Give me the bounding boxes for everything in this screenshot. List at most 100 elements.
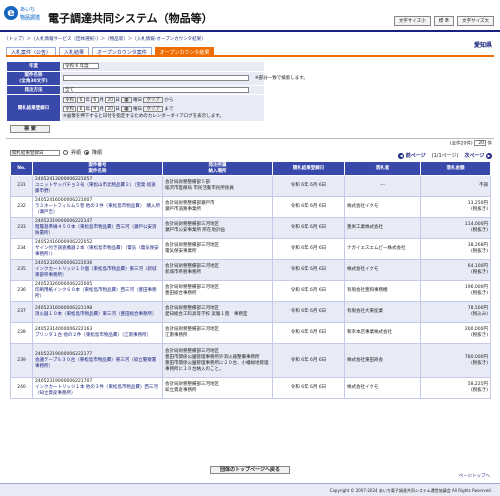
to-month-unit: 月	[99, 107, 104, 112]
case-name-link[interactable]: プリンタ１台 他の２件〈東松島市物品費〉（江南事務所）	[35, 333, 160, 339]
font-normal-button[interactable]: 標 準	[433, 16, 455, 26]
prev-page-link[interactable]: 前ページ	[406, 153, 426, 159]
from-year-unit: 年	[85, 98, 90, 103]
date-to-row: 令和 6年 9月 20 日 ▦ 曜日 クリア まで	[63, 105, 262, 114]
winner-cell: 有限会社大東産業	[344, 301, 421, 323]
from-day-input[interactable]: 20	[105, 96, 116, 103]
table-row: 235 24052326000006222036 インクカートリッジ１０個〈東松島市…	[10, 259, 491, 281]
date-cell: 令和 6年 6月 6日	[272, 259, 345, 281]
row-no: 238	[10, 322, 33, 344]
dept-cell: 会計局財務整備部瀬戸市 瀬戸市道路事業所	[162, 196, 273, 218]
next-page-link[interactable]: 次ページ	[465, 153, 485, 159]
to-era-select[interactable]: 令和	[63, 105, 76, 112]
winner-cell: 有限会社豊和事務機	[344, 280, 421, 302]
date-cell: 令和 6年 6月 6日	[272, 238, 345, 260]
winner-cell: 和幸本店事業株式会社	[344, 322, 421, 344]
to-year-unit: 年	[85, 107, 90, 112]
dept-cell: 会計局財務整備部三河地区 豊田総合事務所	[162, 280, 273, 302]
font-large-button[interactable]: 文字サイズ大	[457, 16, 494, 26]
logo-top-text: あいち	[20, 7, 36, 13]
case-name-link[interactable]: ラミネートフィルム５巻 他の３件〈東松島市物品費〉 購入所（瀬戸吉）	[35, 204, 160, 216]
from-clear-button[interactable]: クリア	[143, 96, 163, 103]
amount-cell: 不調	[420, 175, 491, 197]
procurement-method-label: 発注方法	[6, 84, 61, 95]
sort-asc-label: 昇順	[71, 150, 82, 156]
winner-cell: ナガイエスエムピー株式会社	[344, 238, 421, 260]
case-name-link[interactable]: 階層基準線４５０本〈東松島市物品費〉西三河（瀬戸公安消防署所）	[35, 225, 160, 237]
to-label: まで	[164, 107, 174, 112]
table-row: 238 24052314000006222163 プリンタ１台 他の２件〈東松島市物…	[10, 322, 491, 344]
col-dept: 発注所属 納入場所	[162, 161, 273, 176]
dept-cell: 会計局財務整備部５部 稲沢市医療局 市民活動市民所係員	[162, 175, 273, 197]
divider	[6, 138, 494, 139]
case-name-link[interactable]: ユニットサッパチョ３号（東松山市北物品費２）（蛍発 岐遠藤市野）	[35, 183, 160, 195]
breadcrumb[interactable]: 〔トップ〕＞〔入札情報サービス（団体選択）〕＞〔物品等〕＞〔入札情報-オープンカ…	[4, 36, 206, 42]
col-date: 開札結果登録日	[272, 161, 345, 176]
case-cell: 24052416000006221007 ラミネートフィルム５巻 他の３件〈東松島…	[32, 196, 163, 218]
case-cell: 24052319000006221707 インクカートリッジ１本 他の３件〈東松島…	[32, 377, 163, 399]
row-no: 237	[10, 301, 33, 323]
next-arrow-icon[interactable]: ▶	[486, 152, 492, 159]
amount-cell: 200,000円 (税抜き)	[420, 322, 491, 344]
case-cell: 24052326000006222005 印刷用紙インク６０本〈東松島市物品費〉西…	[32, 280, 163, 302]
from-weekday-label: 曜日	[132, 98, 142, 103]
amount-cell: 38,268円 (税抜き)	[420, 238, 491, 260]
from-label: から	[164, 98, 174, 103]
row-no: 235	[10, 259, 33, 281]
per-page-unit: 件	[487, 141, 493, 147]
to-clear-button[interactable]: クリア	[143, 105, 163, 112]
to-calendar-icon[interactable]: ▦	[121, 105, 132, 112]
case-name-link[interactable]: 印刷用紙インク６０本〈東松島市物品費〉西三河（豊田事務所）	[35, 288, 160, 300]
prev-arrow-icon[interactable]: ◀	[398, 152, 405, 159]
winner-cell: 豊栄工業株式会社	[344, 217, 421, 239]
year-select[interactable]: 令和 6 年度	[63, 63, 99, 69]
from-era-select[interactable]: 令和	[63, 96, 76, 103]
calendar-note: ※画像を押下すると日付を指定するためのカレンダーダイアログを表示します。	[63, 114, 224, 119]
sort-asc-radio[interactable]	[63, 150, 68, 155]
back-to-top-button[interactable]: 団体のトップページへ戻る	[210, 466, 290, 474]
header: e あいち 物品調達 電子調達共同システム（物品等） 文字サイズ小 標 準 文字…	[0, 0, 500, 32]
amount-cell: 780,000円 (税抜き)	[420, 343, 491, 378]
table-row: 236 24052326000006222005 印刷用紙インク６０本〈東松島市物品…	[10, 280, 491, 302]
winner-cell: 株式会社イクモ	[344, 377, 421, 399]
procurement-method-select[interactable]: 全て	[63, 86, 249, 93]
sort-key-select[interactable]: 開札結果登録日	[10, 149, 60, 156]
col-case: 案件番号 案件名称	[32, 161, 163, 176]
to-day-input[interactable]: 20	[105, 105, 116, 112]
row-no: 234	[10, 238, 33, 260]
table-row: 231 24052413000006221057 ユニットサッパチョ３号（東松山市北…	[10, 175, 491, 197]
font-small-button[interactable]: 文字サイズ小	[393, 16, 431, 26]
row-no: 240	[10, 377, 33, 399]
case-cell: 24052314000006222163 プリンタ１台 他の２件〈東松島市物品費〉…	[32, 322, 163, 344]
table-row: 240 24052319000006221707 インクカートリッジ１本 他の３件〈…	[10, 377, 491, 399]
sort-desc-radio[interactable]	[84, 150, 90, 155]
dept-cell: 会計局財務整備部三河地区 知立資産事務所	[162, 377, 273, 399]
to-day-unit: 日	[115, 107, 120, 112]
search-button[interactable]: 検 索	[10, 125, 50, 133]
case-name-link[interactable]: サイン付き調査機器２本〈東松島市物品費〉（電気（電気保安事務所））	[35, 246, 160, 258]
case-cell: 24052326000006222036 インクカートリッジ１０個〈東松島市物品費…	[32, 259, 163, 281]
result-date-label: 開札結果登録日	[6, 94, 61, 122]
from-calendar-icon[interactable]: ▦	[121, 96, 132, 103]
page-top-link[interactable]: ページトップへ	[459, 473, 490, 479]
site-logo[interactable]: e あいち 物品調達	[4, 6, 42, 23]
year-label: 年度	[6, 61, 61, 72]
amount-cell: 78,500円 (税込み)	[420, 301, 491, 323]
case-name-link[interactable]: 会議テーブル３０台〈東松島市物品費〉東三河（知立警察署事務所）	[35, 358, 160, 370]
case-name-link[interactable]: インクカートリッジ１０個〈東松島市物品費〉東三河（新城東部県事務所）	[35, 267, 160, 279]
system-title: 電子調達共同システム（物品等）	[48, 12, 213, 25]
date-cell: 令和 6年 6月 6日	[272, 280, 345, 302]
case-name-input[interactable]	[63, 74, 249, 81]
per-page-select[interactable]: 20	[474, 140, 487, 146]
col-no: No.	[10, 161, 33, 176]
case-name-link[interactable]: 消火器１０本〈東松島市物品費〉東三河（豊田総合事務所）	[35, 312, 160, 318]
logo-bottom-text: 物品調達	[20, 14, 41, 21]
dept-cell: 会計局財務整備部三河地区 電気保安事業所	[162, 238, 273, 260]
case-name-link[interactable]: インクカートリッジ１本 他の３件〈東松島市物品費〉西三河（知立資産事務所）	[35, 385, 160, 397]
winner-cell: 株式会社イクモ	[344, 259, 421, 281]
row-no: 231	[10, 175, 33, 197]
case-cell: 24052219000006222177 会議テーブル３０台〈東松島市物品費〉東三…	[32, 343, 163, 378]
row-no: 236	[10, 280, 33, 302]
date-cell: 令和 6年 6月 6日	[272, 196, 345, 218]
case-name-label: 案件名称 (全角30文字)	[6, 70, 61, 86]
